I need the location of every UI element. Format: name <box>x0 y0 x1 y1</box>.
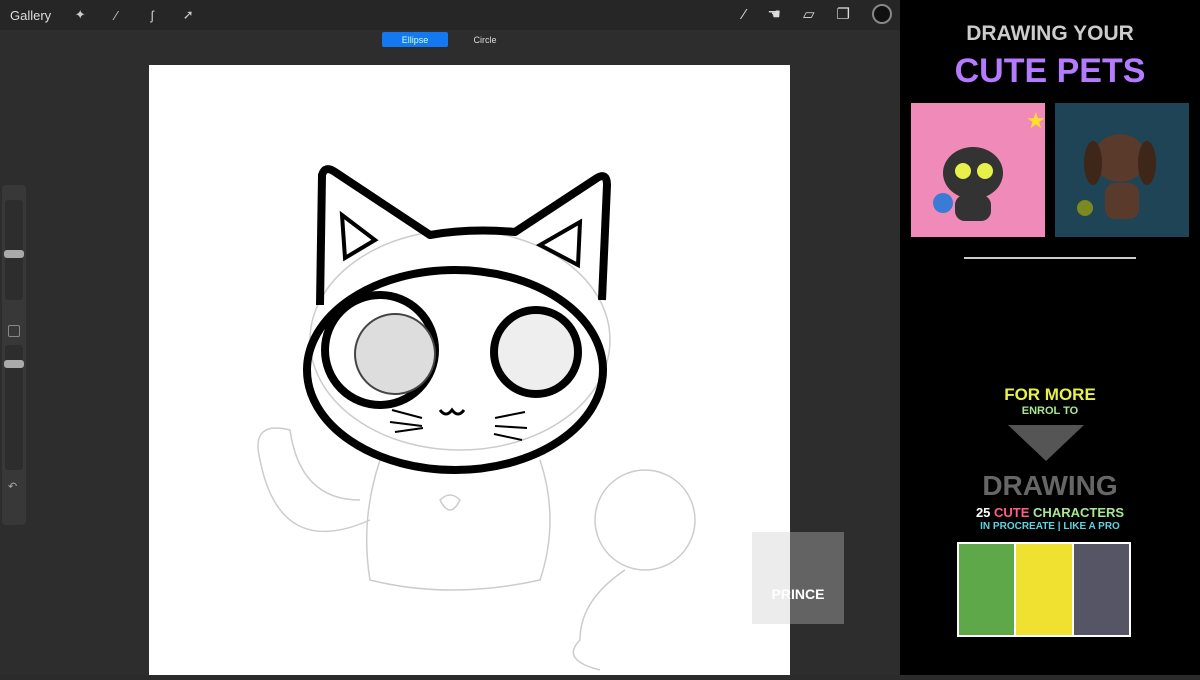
undo-icon[interactable]: ↶ <box>8 480 17 493</box>
for-more-text: FOR MORE <box>1004 385 1096 404</box>
tab-circle[interactable]: Circle <box>452 32 518 47</box>
tab-ellipse[interactable]: Ellipse <box>382 32 448 47</box>
cat-drawing <box>257 165 696 671</box>
monster-character <box>1073 544 1129 635</box>
brush-icon[interactable]: ⁄ <box>743 6 746 23</box>
wrench-icon[interactable]: ✦ <box>73 7 87 23</box>
count: 25 <box>975 505 991 520</box>
cute: CUTE <box>994 505 1030 520</box>
selection-icon[interactable]: ʃ <box>145 8 159 23</box>
promo-panel: DRAWING YOUR CUTE PETS ★ FOR MORE ENROL … <box>900 0 1200 675</box>
drawing-canvas[interactable] <box>149 65 790 675</box>
yellow-character <box>1016 544 1072 635</box>
dog-thumbnail <box>1055 103 1189 237</box>
sidebar: ↶ <box>2 185 26 525</box>
tagline: IN PROCREATE | LIKE A PRO <box>980 521 1120 532</box>
move-arrow-icon[interactable]: ➚ <box>181 7 195 23</box>
slider-thumb[interactable] <box>4 250 24 258</box>
layers-icon[interactable]: ❐ <box>837 5 850 23</box>
enrol-text: ENROL TO <box>1021 405 1079 417</box>
opacity-slider[interactable] <box>4 345 24 470</box>
smudge-icon[interactable]: ☚ <box>768 5 781 23</box>
cactus-character <box>959 544 1015 635</box>
shape-tabs: Ellipse Circle <box>382 32 518 47</box>
down-arrow-icon <box>1008 425 1084 461</box>
eraser-icon[interactable]: ▱ <box>803 5 815 23</box>
slider-thumb[interactable] <box>4 360 24 368</box>
divider <box>964 257 1136 259</box>
top-toolbar: Gallery ✦ ⁄ ʃ ➚ ⁄ ☚ ▱ ❐ <box>0 0 900 30</box>
characters-text: 25 CUTE CHARACTERS <box>900 505 1200 520</box>
promo-title: DRAWING YOUR <box>966 22 1134 45</box>
color-icon[interactable] <box>872 4 892 24</box>
promo-subtitle: CUTE PETS <box>954 52 1146 90</box>
characters: CHARACTERS <box>1033 505 1125 520</box>
procreate-app: Gallery ✦ ⁄ ʃ ➚ ⁄ ☚ ▱ ❐ Ellipse Circle ↶… <box>0 0 900 675</box>
magic-wand-icon[interactable]: ⁄ <box>109 8 123 23</box>
prince-watermark: PRINCE <box>752 532 844 624</box>
brush-size-slider[interactable] <box>4 200 24 300</box>
cat-thumbnail: ★ <box>911 103 1046 237</box>
modify-button[interactable] <box>8 325 20 337</box>
course-thumbnail[interactable] <box>957 542 1131 637</box>
svg-text:★: ★ <box>1026 108 1045 133</box>
gallery-button[interactable]: Gallery <box>10 8 51 23</box>
drawing-text: DRAWING <box>982 470 1118 501</box>
